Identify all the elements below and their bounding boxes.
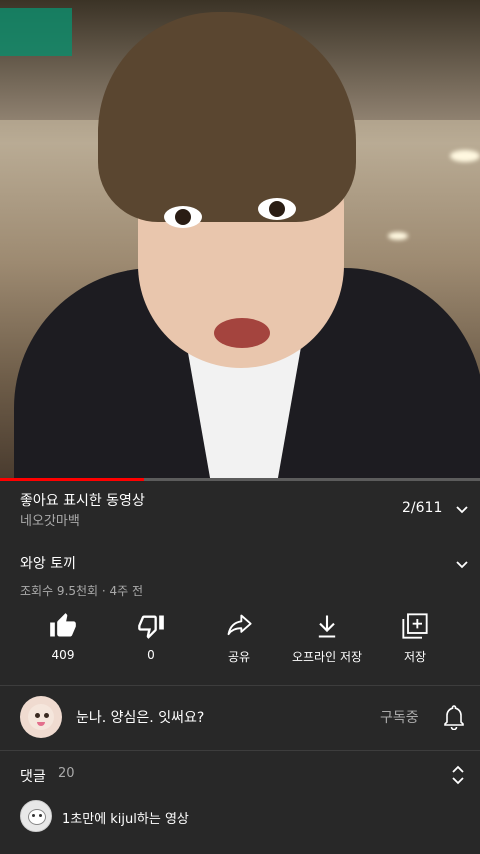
save-button[interactable]: 저장	[370, 612, 460, 665]
expand-icon[interactable]	[450, 764, 466, 786]
dislike-count: 0	[147, 648, 155, 662]
video-frame-eye	[164, 206, 202, 228]
like-icon	[50, 613, 76, 637]
download-button[interactable]: 오프라인 저장	[282, 612, 372, 665]
like-button[interactable]: 409	[18, 612, 108, 662]
video-frame-light	[450, 150, 480, 162]
download-icon	[318, 615, 336, 638]
subscribe-status-button[interactable]: 구독중	[380, 707, 419, 727]
dislike-icon	[138, 615, 164, 639]
video-frame-eye	[258, 198, 296, 220]
video-meta: 조회수 9.5천회 · 4주 전	[20, 584, 144, 598]
comments-count: 20	[58, 766, 75, 781]
video-progress-bar[interactable]	[0, 478, 480, 481]
share-button[interactable]: 공유	[194, 612, 284, 665]
action-bar: 409 0 공유 오프라인 저장 저장	[0, 612, 480, 672]
bell-icon[interactable]	[442, 704, 466, 730]
video-frame-light	[388, 232, 408, 240]
like-count: 409	[51, 648, 75, 662]
video-progress-fill	[0, 478, 144, 481]
chevron-down-icon[interactable]	[455, 558, 469, 572]
save-playlist-icon	[402, 613, 428, 639]
comments-label: 댓글	[20, 769, 46, 785]
comment-author-avatar[interactable]	[20, 800, 52, 832]
channel-name[interactable]: 눈나. 양심은. 잇써요?	[76, 707, 204, 727]
video-frame-exit-sign	[0, 8, 72, 56]
playlist-position: 2/611	[402, 500, 443, 516]
dislike-button[interactable]: 0	[106, 612, 196, 662]
comment-preview-text: 1초만에 kijul하는 영상	[62, 812, 189, 827]
video-player[interactable]	[0, 0, 480, 478]
chevron-down-icon[interactable]	[455, 503, 469, 517]
save-label: 저장	[403, 650, 427, 664]
video-frame-mouth	[214, 318, 270, 348]
share-icon	[227, 614, 252, 636]
video-title[interactable]: 와앙 토끼	[20, 553, 480, 573]
share-label: 공유	[227, 650, 251, 664]
divider	[0, 685, 480, 686]
divider	[0, 750, 480, 751]
channel-avatar[interactable]	[20, 696, 62, 738]
download-label: 오프라인 저장	[291, 650, 363, 664]
channel-row[interactable]: 눈나. 양심은. 잇써요? 구독중	[0, 688, 480, 748]
comments-section[interactable]: 댓글 20 1초만에 kijul하는 영상	[0, 752, 480, 844]
